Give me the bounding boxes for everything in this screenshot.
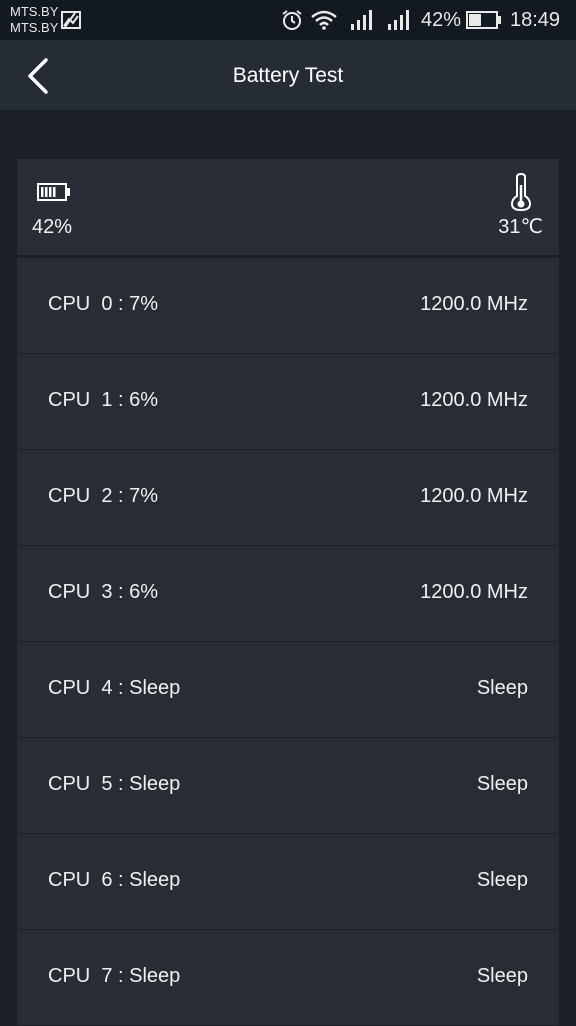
list-item: CPU 4 : Sleep Sleep	[17, 642, 559, 738]
list-item: CPU 2 : 7% 1200.0 MHz	[17, 450, 559, 546]
cpu-frequency: Sleep	[476, 965, 528, 987]
status-bar: MTS.BY MTS.BY 42% 18:49	[0, 0, 576, 40]
status-time: 18:49	[510, 9, 561, 31]
thermometer-icon	[510, 173, 532, 211]
list-item: CPU 6 : Sleep Sleep	[17, 834, 559, 930]
cpu-label: CPU 3 : 6%	[48, 581, 159, 603]
summary-card: 42% 31℃	[17, 159, 559, 255]
temperature-value: 31℃	[498, 216, 543, 238]
battery-icon	[37, 183, 70, 201]
cpu-label: CPU 6 : Sleep	[48, 869, 181, 891]
cpu-list: CPU 0 : 7% 1200.0 MHz CPU 1 : 6% 1200.0 …	[17, 258, 559, 1026]
cpu-label: CPU 5 : Sleep	[48, 773, 181, 795]
page-title: Battery Test	[232, 64, 344, 87]
cpu-frequency: Sleep	[476, 869, 528, 891]
wifi-icon	[311, 10, 337, 30]
gallery-icon	[61, 11, 81, 29]
carrier-name-2: MTS.BY	[10, 20, 59, 35]
list-item: CPU 1 : 6% 1200.0 MHz	[17, 354, 559, 450]
status-battery-percent: 42%	[421, 9, 462, 31]
list-item: CPU 0 : 7% 1200.0 MHz	[17, 258, 559, 354]
list-item: CPU 5 : Sleep Sleep	[17, 738, 559, 834]
battery-level: 42%	[32, 216, 73, 238]
cpu-label: CPU 2 : 7%	[48, 485, 159, 507]
cpu-frequency: 1200.0 MHz	[420, 389, 528, 411]
cpu-label: CPU 0 : 7%	[48, 293, 159, 315]
app-bar: Battery Test	[0, 40, 576, 111]
signal-icon	[388, 10, 409, 30]
battery-icon	[466, 11, 501, 29]
cpu-frequency: Sleep	[476, 773, 528, 795]
cpu-label: CPU 4 : Sleep	[48, 677, 181, 699]
list-item: CPU 3 : 6% 1200.0 MHz	[17, 546, 559, 642]
cpu-label: CPU 7 : Sleep	[48, 965, 181, 987]
signal-icon	[351, 10, 372, 30]
cpu-frequency: 1200.0 MHz	[420, 293, 528, 315]
cpu-frequency: 1200.0 MHz	[420, 581, 528, 603]
cpu-label: CPU 1 : 6%	[48, 389, 159, 411]
cpu-frequency: 1200.0 MHz	[420, 485, 528, 507]
list-item: CPU 7 : Sleep Sleep	[17, 930, 559, 1026]
alarm-icon	[282, 10, 302, 30]
cpu-frequency: Sleep	[476, 677, 528, 699]
carrier-name-1: MTS.BY	[10, 4, 59, 19]
